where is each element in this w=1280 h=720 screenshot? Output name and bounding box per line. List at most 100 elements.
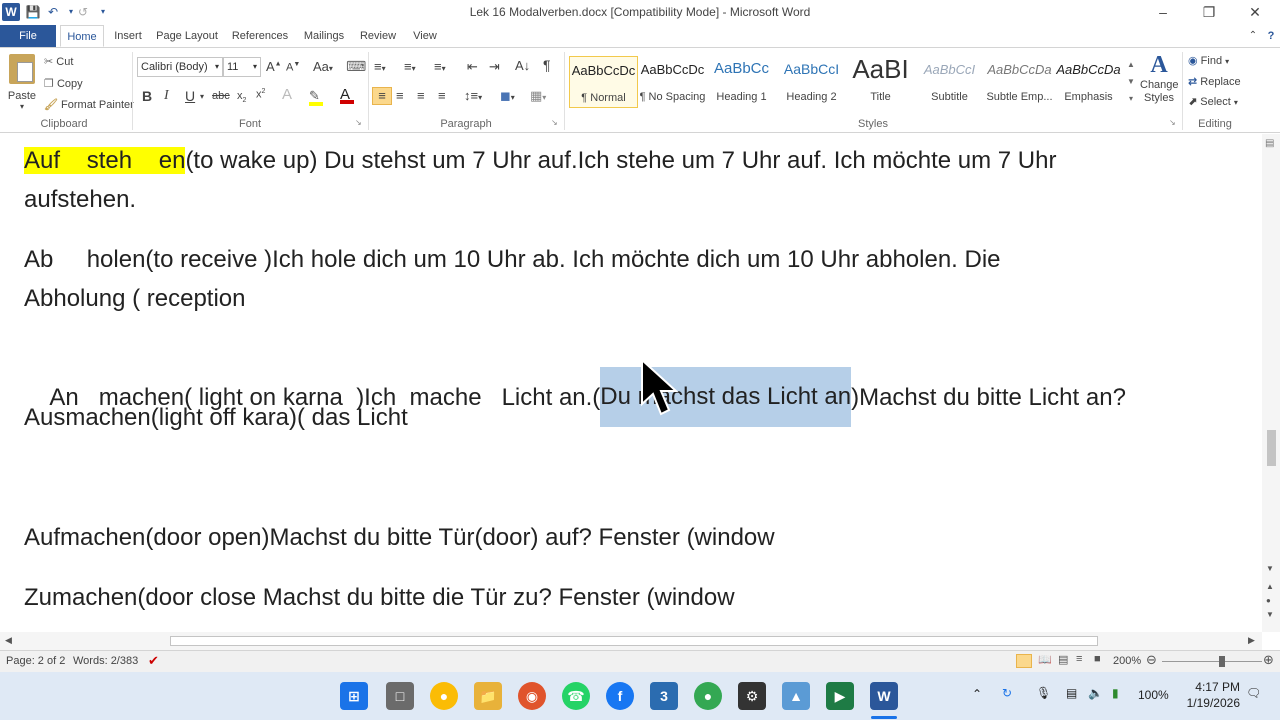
tab-references[interactable]: References	[228, 25, 292, 47]
paragraph-zumachen[interactable]: Zumachen(door close Machst du bitte die …	[24, 578, 735, 617]
font-size-select[interactable]: 11 ▾	[223, 57, 261, 77]
selected-text[interactable]: Du machst das Licht an	[600, 367, 852, 427]
style-heading-2[interactable]: AaBbCcI Heading 2	[777, 56, 846, 108]
style-subtle-emphasis[interactable]: AaBbCcDa Subtle Emp...	[985, 56, 1054, 108]
clear-formatting-icon[interactable]: ⌨	[346, 58, 366, 75]
file-explorer-icon[interactable]: 📁	[474, 682, 502, 710]
borders-icon[interactable]: ▦▾	[530, 88, 546, 104]
close-button[interactable]: ✕	[1232, 0, 1278, 25]
style-normal[interactable]: AaBbCcDc ¶ Normal	[569, 56, 638, 108]
vertical-scrollbar[interactable]: ▤ ▼ ▲ ● ▼	[1262, 134, 1280, 632]
sort-icon[interactable]: A↓	[515, 58, 530, 73]
zoom-out-icon[interactable]: ⊖	[1146, 652, 1157, 668]
word-count[interactable]: Words: 2/383	[73, 655, 138, 667]
tab-view[interactable]: View	[406, 25, 444, 47]
bullets-icon[interactable]: ≡▾	[374, 59, 386, 74]
shrink-font-icon[interactable]: A▼	[286, 61, 300, 74]
scroll-down-arrow-icon[interactable]: ▼	[1266, 564, 1274, 573]
network-icon[interactable]: ▤	[1066, 686, 1077, 700]
highlight-icon[interactable]: ✎	[309, 88, 323, 106]
subscript-icon[interactable]: x2	[237, 90, 246, 104]
strikethrough-icon[interactable]: abc	[212, 90, 230, 102]
scroll-right-arrow-icon[interactable]: ▶	[1248, 635, 1255, 646]
highlighted-text[interactable]: Auf steh en	[24, 147, 186, 174]
increase-indent-icon[interactable]: ⇥	[489, 59, 500, 75]
draft-icon[interactable]: ■	[1094, 653, 1101, 665]
shading-icon[interactable]: ◼▾	[500, 88, 515, 104]
document-area[interactable]: Auf steh en(to wake up) Du stehst um 7 U…	[0, 134, 1262, 632]
media-icon[interactable]: ▶	[826, 682, 854, 710]
italic-icon[interactable]: I	[164, 88, 169, 104]
line-spacing-icon[interactable]: ↕≡▾	[464, 88, 482, 103]
align-center-icon[interactable]: ≡	[396, 88, 404, 103]
firefox-icon[interactable]: ◉	[518, 682, 546, 710]
change-styles-button[interactable]: A Change Styles	[1140, 52, 1179, 105]
previous-page-icon[interactable]: ▲	[1266, 582, 1274, 591]
chrome-icon[interactable]: ●	[430, 682, 458, 710]
styles-scroll[interactable]: ▲ ▼ ▾	[1125, 56, 1137, 108]
ruler-toggle-icon[interactable]: ▤	[1265, 138, 1274, 149]
photos-icon[interactable]: ▲	[782, 682, 810, 710]
cut-button[interactable]: ✂ Cut	[44, 55, 73, 68]
style-no-spacing[interactable]: AaBbCcDc ¶ No Spacing	[638, 56, 707, 108]
style-heading-1[interactable]: AaBbCc Heading 1	[707, 56, 776, 108]
paste-button[interactable]: Paste ▾	[6, 52, 38, 112]
font-color-icon[interactable]: A	[340, 86, 354, 104]
styles-dialog-launcher-icon[interactable]: ↘	[1169, 118, 1176, 127]
show-formatting-icon[interactable]: ¶	[543, 57, 551, 73]
copy-button[interactable]: ❐ Copy	[44, 77, 83, 90]
tab-home[interactable]: Home	[60, 25, 104, 47]
tab-mailings[interactable]: Mailings	[297, 25, 351, 47]
sync-icon[interactable]: ↻	[1002, 686, 1012, 700]
paragraph-ausmachen[interactable]: Ausmachen(light off kara)( das Licht	[24, 398, 408, 437]
decrease-indent-icon[interactable]: ⇤	[467, 59, 478, 75]
battery-icon[interactable]: ▮	[1112, 686, 1119, 700]
align-left-icon[interactable]: ≡	[372, 87, 392, 105]
next-page-icon[interactable]: ▼	[1266, 610, 1274, 619]
start-windows-icon[interactable]: ⊞	[340, 682, 368, 710]
paragraph-abholen[interactable]: Ab holen(to receive )Ich hole dich um 10…	[24, 240, 1001, 279]
facebook-icon[interactable]: f	[606, 682, 634, 710]
microphone-icon[interactable]: 🎙	[1036, 686, 1051, 700]
tab-page-layout[interactable]: Page Layout	[152, 25, 222, 47]
word-taskbar-icon[interactable]: W	[870, 682, 898, 710]
app-icon[interactable]: 3	[650, 682, 678, 710]
style-emphasis[interactable]: AaBbCcDa Emphasis	[1054, 56, 1123, 108]
paragraph-dialog-launcher-icon[interactable]: ↘	[551, 118, 558, 127]
help-icon[interactable]: ?	[1262, 25, 1280, 47]
superscript-icon[interactable]: x2	[256, 88, 265, 101]
tab-insert[interactable]: Insert	[108, 25, 148, 47]
paragraph-line[interactable]: aufstehen.	[24, 180, 136, 219]
font-dialog-launcher-icon[interactable]: ↘	[355, 118, 362, 127]
paragraph-aufmachen[interactable]: Aufmachen(door open)Machst du bitte Tür(…	[24, 518, 775, 557]
zoom-in-icon[interactable]: ⊕	[1263, 652, 1274, 668]
underline-icon[interactable]: U	[185, 88, 195, 104]
paragraph-line[interactable]: Abholung ( reception	[24, 279, 245, 318]
full-screen-reading-icon[interactable]: 📖	[1038, 653, 1052, 666]
print-layout-icon[interactable]	[1016, 654, 1032, 668]
text-effects-icon[interactable]: A	[282, 86, 292, 103]
select-button[interactable]: ⬈ Select ▾	[1188, 95, 1238, 108]
replace-button[interactable]: ⇄ Replace	[1188, 75, 1241, 88]
clock-date[interactable]: 1/19/2026	[1176, 696, 1240, 710]
find-button[interactable]: ◉ Find ▾	[1188, 54, 1229, 67]
zoom-level[interactable]: 200%	[1113, 655, 1141, 667]
grow-font-icon[interactable]: A▲	[266, 59, 282, 74]
numbering-icon[interactable]: ≡▾	[404, 59, 416, 74]
font-family-select[interactable]: Calibri (Body) ▾	[137, 57, 223, 77]
page-count[interactable]: Page: 2 of 2	[6, 655, 65, 667]
chrome-profile-icon[interactable]: ●	[694, 682, 722, 710]
underline-dropdown-icon[interactable]: ▾	[200, 92, 204, 101]
scroll-thumb[interactable]	[170, 636, 1098, 646]
notifications-icon[interactable]: 🗨	[1246, 686, 1261, 700]
scroll-thumb[interactable]	[1267, 430, 1276, 466]
browse-object-icon[interactable]: ●	[1266, 596, 1271, 605]
zoom-slider-thumb[interactable]	[1219, 656, 1225, 667]
justify-icon[interactable]: ≡	[438, 88, 446, 103]
bold-icon[interactable]: B	[142, 88, 152, 104]
tab-review[interactable]: Review	[356, 25, 400, 47]
clock-time[interactable]: 4:17 PM	[1180, 680, 1240, 694]
settings-gear-icon[interactable]: ⚙	[738, 682, 766, 710]
restore-button[interactable]: ❐	[1186, 0, 1232, 25]
zoom-slider-track[interactable]	[1162, 661, 1262, 662]
